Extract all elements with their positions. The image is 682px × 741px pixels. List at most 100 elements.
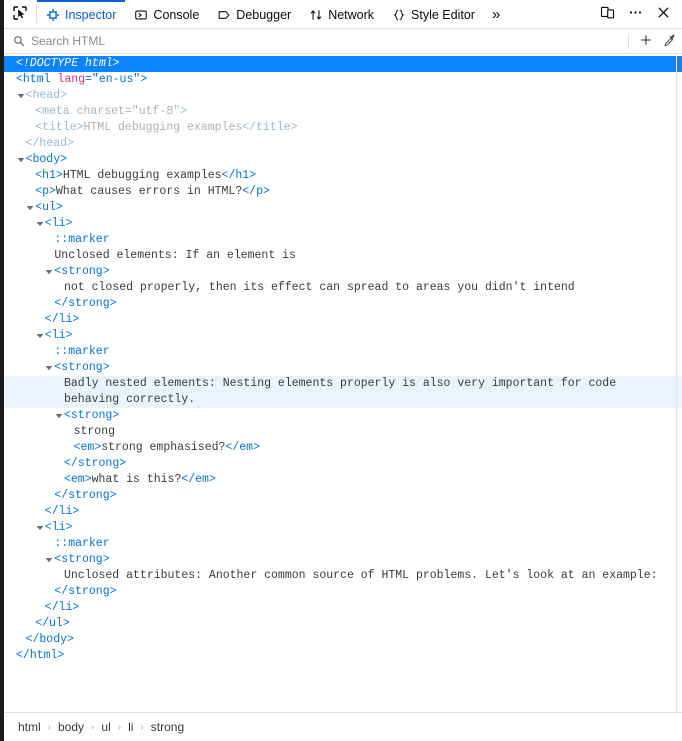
tab-network[interactable]: Network (300, 0, 383, 28)
dom-node-row[interactable]: <em>strong emphasised?</em> (4, 440, 682, 456)
breadcrumb-item-body[interactable]: body (54, 718, 88, 736)
dom-node-row[interactable]: </li> (4, 600, 682, 616)
markup-view[interactable]: <!DOCTYPE html> <html lang="en-us"> <head>… (4, 54, 682, 712)
dom-node-row[interactable]: <strong> (4, 264, 682, 280)
dom-node-content: Badly nested elements: Nesting elements … (64, 377, 623, 406)
dom-node-content: <meta charset="utf-8"> (35, 105, 188, 118)
expand-collapse-twisty-icon[interactable] (35, 520, 45, 531)
devtools-panel: Inspector Console Debugger Network Style… (4, 0, 682, 741)
dom-node-content: </body> (25, 633, 74, 646)
dom-node-content: <li> (44, 521, 73, 534)
dom-node-content: <strong> (54, 361, 110, 374)
add-new-node-button[interactable] (634, 30, 658, 52)
element-picker-button[interactable] (4, 0, 36, 28)
dom-node-row[interactable]: <strong> (4, 360, 682, 376)
dom-node-content: <strong> (54, 265, 110, 278)
expand-collapse-twisty-icon[interactable] (16, 88, 26, 99)
responsive-design-mode-button[interactable] (594, 1, 620, 27)
element-picker-icon (12, 5, 28, 24)
dom-node-content: <em>what is this?</em> (64, 473, 216, 486)
dom-node-row[interactable]: <li> (4, 328, 682, 344)
dom-node-row[interactable]: <em>what is this?</em> (4, 472, 682, 488)
dom-node-row[interactable]: <p>What causes errors in HTML?</p> (4, 184, 682, 200)
dom-node-row[interactable]: ::marker (4, 232, 682, 248)
expand-collapse-twisty-icon[interactable] (35, 216, 45, 227)
dom-node-row[interactable]: Unclosed attributes: Another common sour… (4, 568, 682, 584)
expand-collapse-twisty-icon[interactable] (25, 200, 35, 211)
dom-node-row[interactable]: <ul> (4, 200, 682, 216)
breadcrumb-item-li[interactable]: li (124, 718, 137, 736)
expand-collapse-twisty-icon[interactable] (44, 264, 54, 275)
dom-node-content: </html> (16, 649, 65, 662)
expand-collapse-twisty-icon[interactable] (44, 552, 54, 563)
responsive-design-mode-icon (600, 5, 615, 23)
dom-node-row[interactable]: <title>HTML debugging examples</title> (4, 120, 682, 136)
close-icon (656, 5, 671, 23)
dom-node-row[interactable]: </body> (4, 632, 682, 648)
dom-node-row[interactable]: </head> (4, 136, 682, 152)
dom-node-content: Unclosed elements: If an element is (54, 249, 296, 262)
dom-node-content: <li> (44, 217, 73, 230)
tab-style-editor[interactable]: Style Editor (383, 0, 484, 28)
expand-collapse-twisty-icon[interactable] (44, 360, 54, 371)
dom-node-content: Unclosed attributes: Another common sour… (64, 569, 658, 582)
breadcrumb-item-html[interactable]: html (14, 718, 45, 736)
dom-node-row[interactable]: <body> (4, 152, 682, 168)
dom-node-row[interactable]: <strong> (4, 408, 682, 424)
dom-node-content: <title>HTML debugging examples</title> (35, 121, 298, 134)
expand-collapse-twisty-icon[interactable] (35, 328, 45, 339)
breadcrumb[interactable]: html › body › ul › li › strong (4, 712, 682, 741)
dom-node-row[interactable]: </li> (4, 312, 682, 328)
dom-node-row[interactable]: </strong> (4, 296, 682, 312)
more-tabs-button[interactable]: » (484, 0, 507, 28)
dom-node-content: <li> (44, 329, 73, 342)
dom-node-row[interactable]: Unclosed elements: If an element is (4, 248, 682, 264)
expand-collapse-twisty-icon[interactable] (16, 152, 26, 163)
toolbar-actions (594, 0, 682, 28)
dom-node-row[interactable]: Badly nested elements: Nesting elements … (4, 376, 682, 408)
devtools-options-menu-button[interactable] (622, 1, 648, 27)
close-devtools-button[interactable] (650, 1, 676, 27)
tab-inspector-label: Inspector (65, 8, 117, 22)
dom-tree[interactable]: <!DOCTYPE html> <html lang="en-us"> <head>… (4, 54, 682, 664)
dom-node-row[interactable]: </strong> (4, 584, 682, 600)
tab-console[interactable]: Console (125, 0, 208, 28)
dom-node-content: not closed properly, then its effect can… (64, 281, 575, 294)
dom-node-content: <body> (25, 153, 68, 166)
dom-node-row[interactable]: <li> (4, 520, 682, 536)
dom-node-row[interactable]: not closed properly, then its effect can… (4, 280, 682, 296)
dom-node-row[interactable]: strong (4, 424, 682, 440)
dom-node-row[interactable]: <h1>HTML debugging examples</h1> (4, 168, 682, 184)
dom-node-content: <em>strong emphasised?</em> (73, 441, 260, 454)
dom-node-row[interactable]: </html> (4, 648, 682, 664)
dom-node-row[interactable]: </strong> (4, 488, 682, 504)
console-prompt-icon (134, 8, 148, 22)
dom-node-content: <ul> (35, 201, 63, 214)
search-input[interactable] (31, 30, 623, 52)
dom-node-content: <h1>HTML debugging examples</h1> (35, 169, 257, 182)
dom-node-row[interactable]: ::marker (4, 536, 682, 552)
dom-node-row[interactable]: <li> (4, 216, 682, 232)
dom-node-row[interactable]: </li> (4, 504, 682, 520)
dom-node-content: </strong> (54, 585, 117, 598)
tab-inspector[interactable]: Inspector (37, 0, 126, 28)
tab-debugger[interactable]: Debugger (208, 0, 300, 28)
dom-node-row[interactable]: </ul> (4, 616, 682, 632)
dom-node-row[interactable]: <strong> (4, 552, 682, 568)
dom-node-row[interactable]: </strong> (4, 456, 682, 472)
dom-node-content: <strong> (64, 409, 120, 422)
dom-node-content: strong (73, 425, 116, 438)
dom-node-row[interactable]: <!DOCTYPE html> (4, 56, 682, 72)
dom-node-row[interactable]: <html lang="en-us"> (4, 72, 682, 88)
dom-node-content: <!DOCTYPE html> (16, 57, 120, 70)
inspector-target-icon (46, 8, 60, 22)
dom-node-row[interactable]: <head> (4, 88, 682, 104)
dom-node-row[interactable]: ::marker (4, 344, 682, 360)
eyedropper-button[interactable] (658, 30, 682, 52)
breadcrumb-item-ul[interactable]: ul (97, 718, 114, 736)
style-editor-braces-icon (392, 8, 406, 22)
expand-collapse-twisty-icon[interactable] (54, 408, 64, 419)
dom-node-row[interactable]: <meta charset="utf-8"> (4, 104, 682, 120)
eyedropper-icon (663, 33, 677, 50)
breadcrumb-item-strong[interactable]: strong (147, 718, 188, 736)
